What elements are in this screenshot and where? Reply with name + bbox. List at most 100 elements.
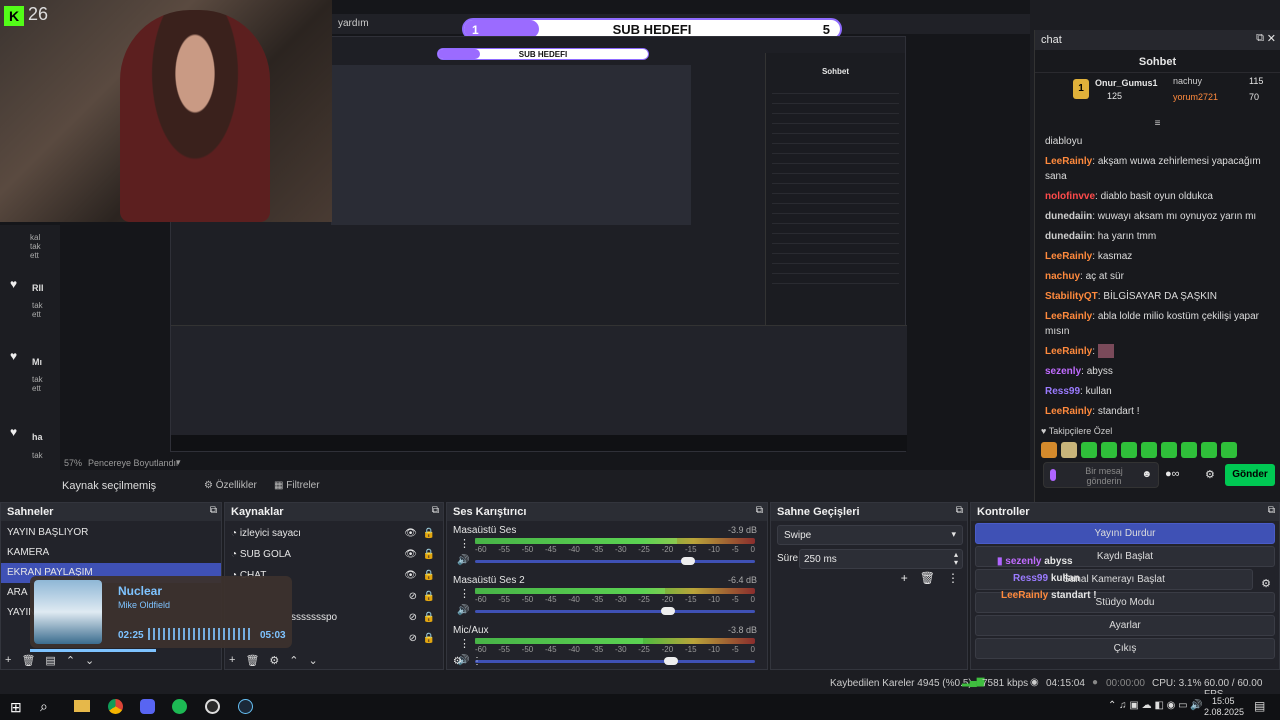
duration-spinbox[interactable]: 250 ms ▴ ▾	[799, 549, 963, 569]
windows-start-icon[interactable]: ⊞	[10, 699, 22, 716]
chat-message: LeeRainly: kasmaz	[1045, 251, 1133, 262]
volume-knob[interactable]	[680, 557, 695, 565]
meter-ticks: -60 -55 -50 -45 -40 -35 -30 -25 -20 -15 -10 -5 0	[475, 545, 755, 554]
points-icon[interactable]: ●∞	[1165, 468, 1180, 480]
down-icon[interactable]: ⌄	[309, 654, 318, 667]
trash-icon[interactable]: 🗑	[21, 654, 35, 667]
volume-knob[interactable]	[661, 607, 676, 615]
emote-icon[interactable]	[1061, 442, 1077, 458]
emote-icon[interactable]	[1221, 442, 1237, 458]
more-icon[interactable]: ⋮	[947, 571, 959, 585]
more-icon[interactable]: ⋮	[459, 637, 470, 650]
add-icon[interactable]: +	[901, 571, 908, 585]
emoji-icon[interactable]: ☻	[1141, 469, 1152, 480]
eye-off-icon[interactable]: ⊘	[409, 628, 417, 649]
notification-icon[interactable]: ▤	[1254, 699, 1265, 713]
tray-icons[interactable]: ⌃ ♫ ▣ ☁ ◧ ◉ ▭ 🔊	[1108, 700, 1203, 711]
fit-label[interactable]: Pencereye Boyutlandır	[88, 458, 179, 468]
lock-icon[interactable]: 🔒	[423, 544, 435, 565]
undock-icon[interactable]: ⧉	[210, 505, 217, 516]
stop-stream-button[interactable]: Yayını Durdur	[975, 523, 1275, 544]
filters-button[interactable]: ▦ Filtreler	[274, 477, 336, 495]
emote-icon[interactable]	[1201, 442, 1217, 458]
speaker-icon[interactable]: 🔊	[457, 555, 469, 566]
more-icon[interactable]: ⋮	[459, 587, 470, 600]
lock-icon[interactable]: 🔒	[423, 586, 435, 607]
meter-tick: -30	[614, 595, 627, 604]
gear-icon[interactable]: ⚙	[269, 654, 279, 667]
volume-slider[interactable]	[475, 657, 755, 665]
more-icon[interactable]: ⋮	[459, 537, 470, 550]
scene-item[interactable]: YAYIN BAŞLIYOR	[1, 523, 221, 543]
lock-icon[interactable]: 🔒	[423, 523, 435, 544]
speaker-icon[interactable]: 🔊	[457, 605, 469, 616]
add-icon[interactable]: +	[229, 654, 235, 667]
undock-icon[interactable]: ⧉	[756, 505, 763, 516]
meter-tick: -25	[638, 545, 650, 554]
source-item[interactable]: ◔ izleyici sayacı 👁 🔒	[225, 523, 443, 544]
more-icon[interactable]: ⋮	[472, 656, 482, 667]
chrome-icon[interactable]	[108, 699, 123, 714]
zoom-level[interactable]: 57%	[64, 458, 82, 468]
volume-slider[interactable]	[475, 607, 755, 615]
send-button[interactable]: Gönder	[1225, 464, 1275, 486]
settings-icon[interactable]: ⚙	[1205, 468, 1215, 481]
trash-icon[interactable]: 🗑	[920, 571, 935, 585]
transition-select[interactable]: Swipe ▾	[777, 525, 963, 545]
emote-icon[interactable]	[1141, 442, 1157, 458]
settings-button[interactable]: Ayarlar	[975, 615, 1275, 636]
add-icon[interactable]: +	[5, 654, 11, 667]
meter-tick: -20	[661, 645, 674, 654]
discord-icon[interactable]	[140, 699, 155, 714]
obs-icon[interactable]	[205, 699, 220, 714]
emote-icon[interactable]	[1161, 442, 1177, 458]
emote-icon[interactable]	[1101, 442, 1117, 458]
rec-time: 00:00:00	[1106, 678, 1145, 689]
spotify-icon[interactable]	[172, 699, 187, 714]
chat-input[interactable]: Bir mesaj gönderin ☻	[1043, 462, 1159, 488]
properties-button[interactable]: ⚙ Özellikler	[204, 477, 266, 495]
collapse-icon[interactable]: ≡	[1035, 119, 1280, 129]
file-explorer-icon[interactable]	[74, 700, 90, 712]
undock-icon[interactable]: ⧉	[432, 505, 439, 516]
filter-icon[interactable]: ▤	[45, 654, 55, 667]
emote-icon[interactable]	[1081, 442, 1097, 458]
volume-slider[interactable]	[475, 557, 755, 565]
eye-icon[interactable]: 👁	[404, 523, 417, 544]
undock-icon[interactable]: ⧉	[956, 505, 963, 516]
mixer-dock: Ses Karıştırıcı ⧉ Masaüstü Ses -3.9 dB ⋮ -6…	[446, 502, 768, 670]
sub-goal-target: 5	[822, 22, 830, 37]
chevron-down-icon[interactable]: ▾	[176, 457, 181, 468]
chat-message: LeeRainly: standart !	[1045, 406, 1140, 417]
exit-button[interactable]: Çıkış	[975, 638, 1275, 659]
eye-icon[interactable]: 👁	[404, 565, 417, 586]
leader-1-name: Onur_Gumus1	[1095, 78, 1158, 88]
source-item[interactable]: ◔ SUB GOLA 👁 🔒	[225, 544, 443, 565]
emote-icon[interactable]	[1041, 442, 1057, 458]
eye-icon[interactable]: 👁	[404, 544, 417, 565]
lock-icon[interactable]: 🔒	[423, 565, 435, 586]
lock-icon[interactable]: 🔒	[423, 628, 435, 649]
emote-icon[interactable]	[1181, 442, 1197, 458]
gear-icon[interactable]: ⚙	[1261, 577, 1271, 590]
heart-icon: ♥	[10, 425, 18, 439]
down-icon[interactable]: ⌄	[85, 654, 94, 667]
volume-knob[interactable]	[664, 657, 678, 665]
undock-icon[interactable]: ⧉	[1268, 505, 1275, 516]
menu-help[interactable]: yardım	[338, 18, 369, 29]
undock-icon[interactable]: ⧉	[1256, 32, 1264, 45]
mic-icon[interactable]	[1050, 469, 1056, 481]
steam-icon[interactable]	[238, 699, 253, 714]
eye-off-icon[interactable]: ⊘	[409, 607, 417, 628]
up-icon[interactable]: ⌃	[66, 654, 75, 667]
gear-icon[interactable]: ⚙	[453, 656, 462, 667]
spin-icon[interactable]: ▴ ▾	[954, 551, 958, 567]
trash-icon[interactable]: 🗑	[245, 654, 259, 667]
scene-item[interactable]: KAMERA	[1, 543, 221, 563]
emote-icon[interactable]	[1121, 442, 1137, 458]
lock-icon[interactable]: 🔒	[423, 607, 435, 628]
search-icon[interactable]: ⌕	[40, 698, 48, 715]
up-icon[interactable]: ⌃	[289, 654, 298, 667]
close-icon[interactable]: ✕	[1267, 32, 1276, 45]
eye-off-icon[interactable]: ⊘	[409, 586, 417, 607]
